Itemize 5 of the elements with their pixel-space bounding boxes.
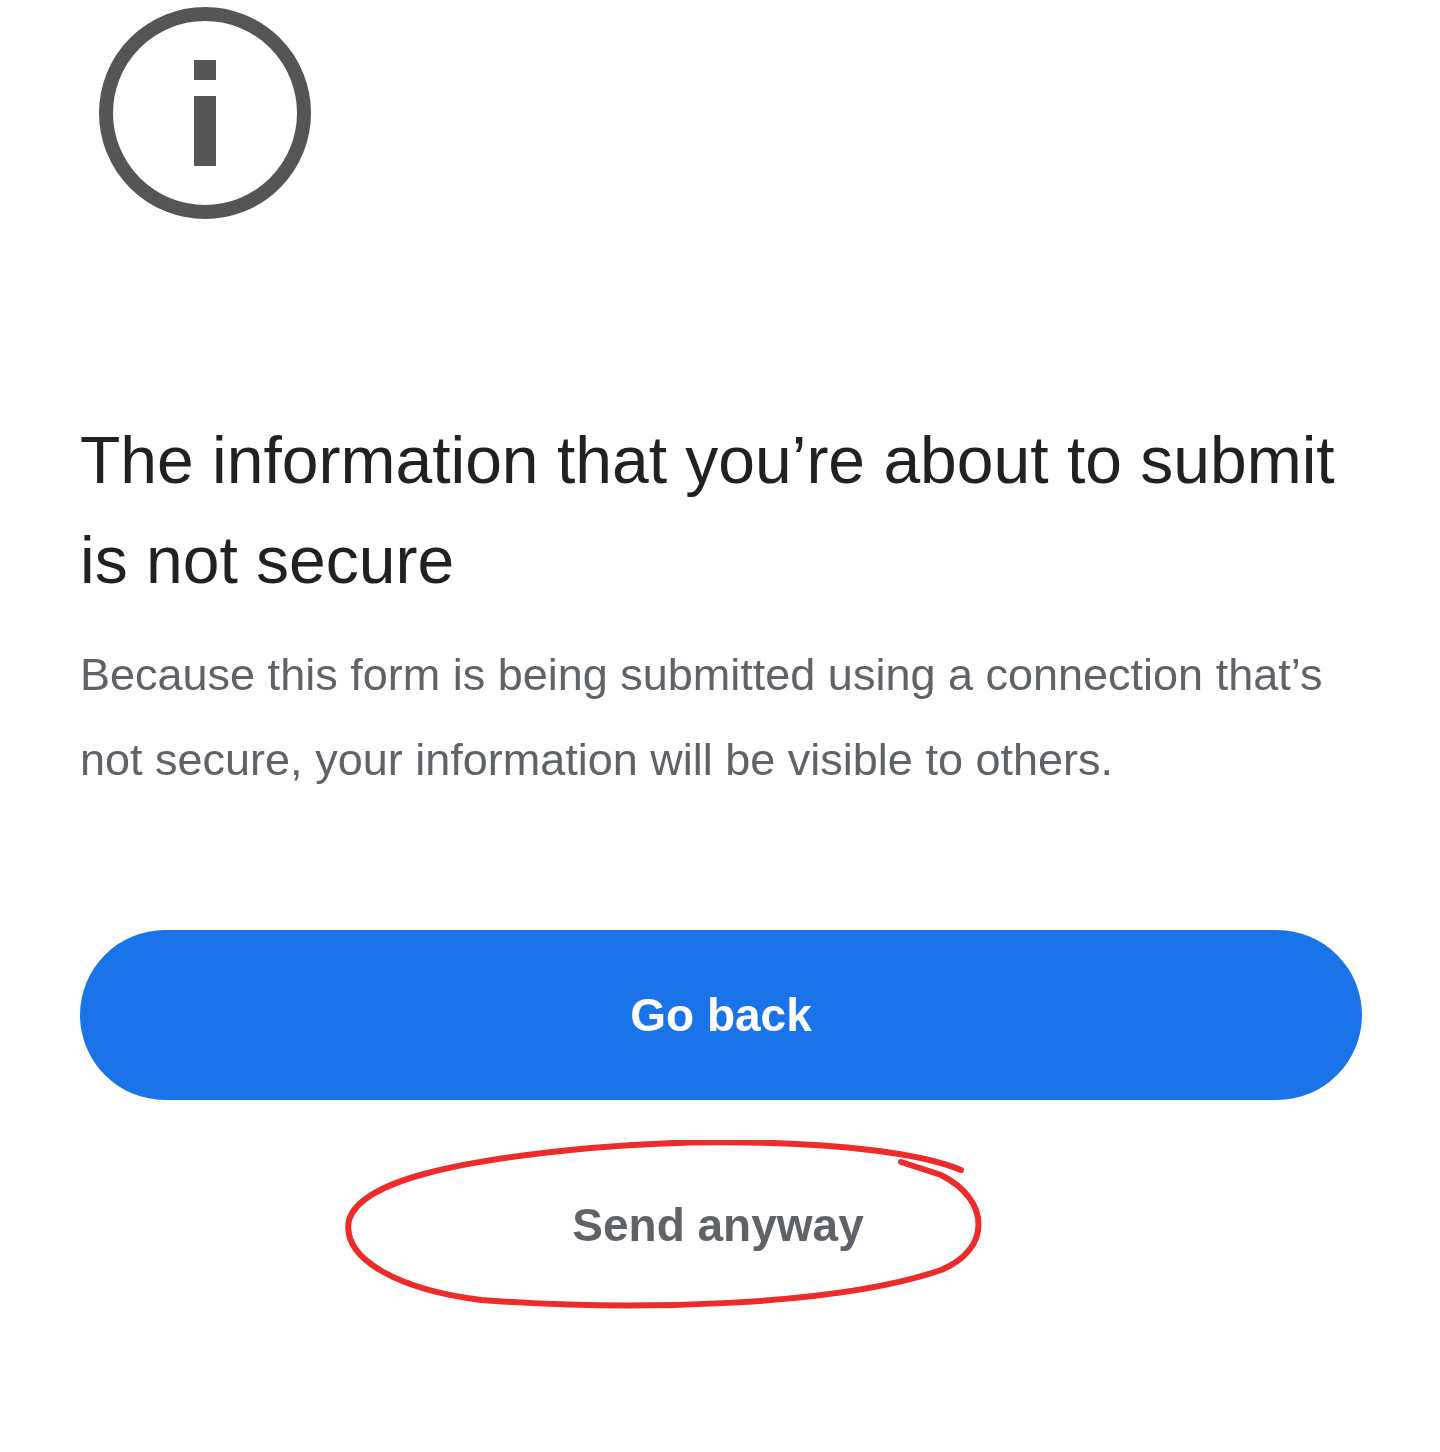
dialog-message: Because this form is being submitted using a connection that’s not secure, your information will be visible to others. <box>80 648 1324 787</box>
dialog-title: The information that you’re about to submit is not secure <box>80 422 1336 599</box>
send-anyway-button[interactable]: Send anyway <box>532 1168 904 1282</box>
go-back-button[interactable]: Go back <box>80 930 1362 1100</box>
info-icon <box>98 6 312 220</box>
